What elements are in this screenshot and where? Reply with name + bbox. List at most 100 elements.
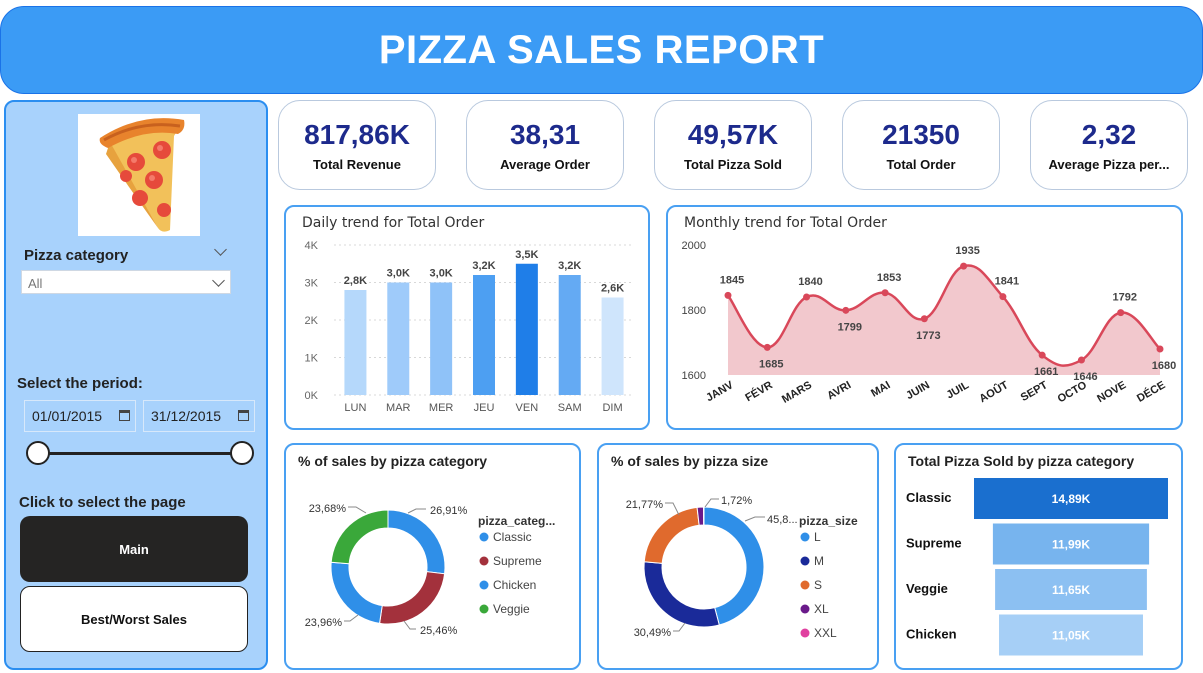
data-point <box>763 343 771 351</box>
daily-trend-chart: 0K 1K 2K 3K 4K 2,8K LUN 3,0K MAR 3,0K MER 3,2K JEU 3,… <box>305 240 634 414</box>
x-tick-label: AOÛT <box>977 378 1011 405</box>
data-label: 1680 <box>1152 360 1176 372</box>
legend-marker <box>800 532 810 542</box>
legend-entry: XL <box>814 602 829 616</box>
x-tick-label: MAR <box>386 402 411 414</box>
calendar-icon[interactable] <box>119 410 130 421</box>
data-point <box>803 293 811 301</box>
daily-trend-card: Daily trend for Total Order 0K 1K 2K 3K 4K 2,… <box>284 205 650 430</box>
legend-entry: Chicken <box>493 578 536 592</box>
legend-title: pizza_categ... <box>478 514 555 528</box>
start-date-input[interactable]: 01/01/2015 <box>24 400 136 432</box>
area-fill <box>728 265 1160 375</box>
size-share-chart: 45,8... 30,49% 21,77% 1,72% pizza_size LMS XL X… <box>626 495 858 640</box>
label-leader-line <box>403 620 416 630</box>
y-tick-label: 3K <box>305 278 319 290</box>
bar <box>387 282 410 395</box>
donut-slice <box>330 509 389 565</box>
legend-entry: Veggie <box>493 602 530 616</box>
bar-value-label: 3,0K <box>387 268 410 280</box>
data-point <box>999 293 1007 301</box>
legend-entry: XXL <box>814 626 837 640</box>
kpi-label: Total Revenue <box>313 157 401 172</box>
kpi-label: Average Order <box>500 157 590 172</box>
y-tick-label: 1600 <box>682 370 706 382</box>
kpi-card: 21350 Total Order <box>842 100 1000 190</box>
data-label: 1845 <box>720 274 744 286</box>
data-label: 1661 <box>1034 366 1058 378</box>
donut-slice <box>378 571 446 625</box>
slice-label: 21,77% <box>626 499 664 511</box>
page-title: PIZZA SALES REPORT <box>378 27 825 72</box>
data-label: 1646 <box>1073 371 1097 383</box>
monthly-trend-chart: 1600 1800 2000 1845 JANV 1685 FÉVR 1840 MARS 1799… <box>682 240 1177 406</box>
kpi-card: 2,32 Average Pizza per... <box>1030 100 1188 190</box>
kpi-value: 2,32 <box>1081 119 1137 150</box>
bar-value-label: 11,99K <box>1052 538 1090 552</box>
end-date-input[interactable]: 31/12/2015 <box>143 400 255 432</box>
slice-label: 26,91% <box>430 505 468 517</box>
data-label: 1799 <box>838 321 862 333</box>
data-label: 1853 <box>877 272 901 284</box>
kpi-value: 38,31 <box>509 119 581 150</box>
category-share-card: % of sales by pizza category 26,91% 25,46… <box>284 443 581 670</box>
category-label: Supreme <box>906 536 962 551</box>
category-collapse-icon[interactable] <box>214 243 227 256</box>
label-leader-line <box>344 614 359 622</box>
pizza-sold-card: Total Pizza Sold by pizza category Class… <box>894 443 1183 670</box>
main-page-button[interactable]: Main <box>20 516 248 582</box>
end-date-value: 31/12/2015 <box>151 408 222 424</box>
x-tick-label: FÉVR <box>743 378 775 404</box>
legend-entry: M <box>814 554 824 568</box>
date-slider-track[interactable] <box>36 452 244 455</box>
pizza-sold-chart: Classic 14,89K Supreme 11,99K Veggie 11,65K Ch… <box>906 478 1168 656</box>
x-tick-label: LUN <box>344 402 366 414</box>
x-tick-label: AVRI <box>825 379 853 402</box>
legend-marker <box>800 580 810 590</box>
header-banner: PIZZA SALES REPORT <box>0 6 1203 94</box>
date-slider-start-handle[interactable] <box>26 441 50 465</box>
x-tick-label: NOVE <box>1095 379 1128 405</box>
category-filter-label: Pizza category <box>24 247 129 264</box>
legend-title: pizza_size <box>799 514 858 528</box>
bar-value-label: 14,89K <box>1052 492 1091 506</box>
data-point <box>1038 351 1046 359</box>
chevron-down-icon <box>212 274 225 287</box>
data-point <box>881 289 889 297</box>
kpi-card: 817,86K Total Revenue <box>278 100 436 190</box>
donut-slice <box>703 506 765 626</box>
kpi-card: 38,31 Average Order <box>466 100 624 190</box>
category-share-chart: 26,91% 25,46% 23,96% 23,68% pizza_categ... Cl… <box>305 503 556 637</box>
donut-slice <box>643 506 700 564</box>
page-select-label: Click to select the page <box>19 494 186 511</box>
y-tick-label: 1800 <box>682 305 706 317</box>
bar-value-label: 2,6K <box>601 283 624 295</box>
bar-value-label: 3,5K <box>515 249 538 261</box>
data-label: 1685 <box>759 358 783 370</box>
bar-value-label: 3,2K <box>558 260 581 272</box>
legend-marker <box>479 580 489 590</box>
legend-entry: Supreme <box>493 554 542 568</box>
label-leader-line <box>348 506 367 514</box>
slice-label: 1,72% <box>721 495 752 507</box>
best-worst-page-button[interactable]: Best/Worst Sales <box>20 586 248 652</box>
monthly-trend-card: Monthly trend for Total Order 1600 1800 20… <box>666 205 1183 430</box>
x-tick-label: MAI <box>869 379 892 399</box>
bar-value-label: 2,8K <box>344 275 367 287</box>
slice-label: 45,8... <box>767 514 798 526</box>
bar <box>558 275 581 395</box>
date-slider-end-handle[interactable] <box>230 441 254 465</box>
label-leader-line <box>704 498 719 508</box>
y-tick-label: 2K <box>305 315 319 327</box>
slice-label: 30,49% <box>634 627 672 639</box>
donut-slice <box>643 561 720 628</box>
data-point <box>1117 309 1125 317</box>
calendar-icon[interactable] <box>238 410 249 421</box>
label-leader-line <box>407 508 426 514</box>
slice-label: 23,68% <box>309 503 347 515</box>
category-select[interactable]: All <box>21 270 231 294</box>
data-label: 1792 <box>1112 292 1136 304</box>
kpi-value: 49,57K <box>687 119 779 150</box>
data-point <box>920 315 928 323</box>
x-tick-label: MARS <box>780 379 814 406</box>
